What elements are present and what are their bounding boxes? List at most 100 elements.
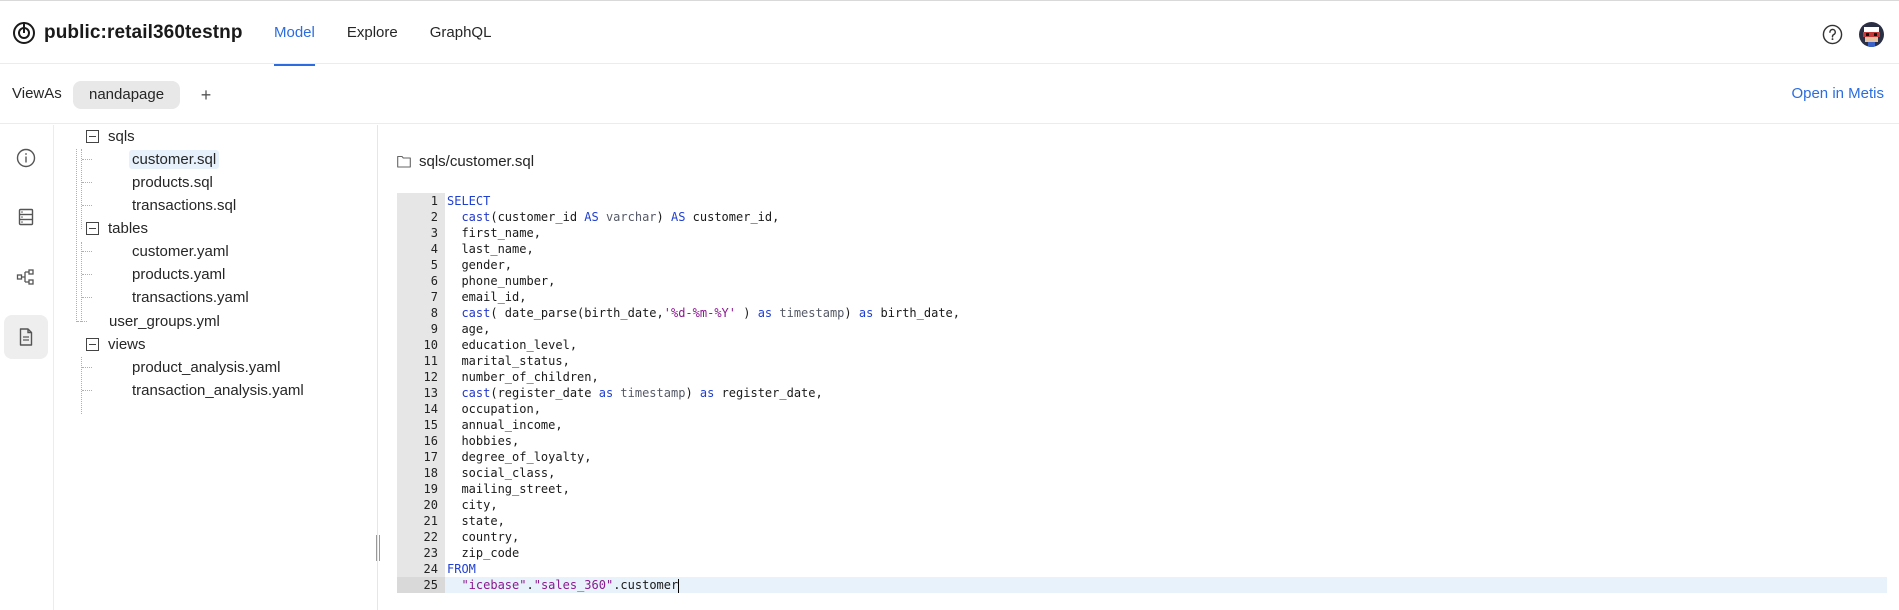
code-token: zip_code [447, 546, 520, 560]
tree-folder-tables[interactable]: tables [86, 217, 148, 239]
code-token: .customer [613, 578, 679, 592]
code-line[interactable]: 13 cast(register_date as timestamp) as r… [397, 385, 1887, 401]
code-line[interactable]: 24 FROM [397, 561, 1887, 577]
open-in-metis-link[interactable]: Open in Metis [1791, 85, 1884, 102]
code-text: occupation, [445, 401, 540, 417]
tree-folder-sqls[interactable]: sqls [86, 125, 135, 147]
rail-database-button[interactable] [4, 195, 48, 239]
tree-folder-views[interactable]: views [86, 333, 146, 355]
code-line[interactable]: 25 "icebase"."sales_360".customer [397, 577, 1887, 593]
file-label: customer.sql [129, 149, 220, 169]
file-label: transactions.sql [132, 196, 237, 214]
file-label: products.yaml [132, 265, 226, 283]
code-token: number_of_children, [447, 370, 599, 384]
code-token: as [699, 386, 715, 400]
user-avatar[interactable] [1859, 22, 1884, 47]
code-token: last_name, [447, 242, 534, 256]
code-token: social_class, [447, 466, 556, 480]
code-line[interactable]: 9 age, [397, 321, 1887, 337]
tab-explore[interactable]: Explore [347, 1, 398, 65]
code-token: annual_income, [447, 418, 563, 432]
code-text: first_name, [445, 225, 540, 241]
code-line[interactable]: 1 SELECT [397, 193, 1887, 209]
code-text: cast(register_date as timestamp) as regi… [445, 385, 822, 401]
code-editor[interactable]: 1 SELECT 2 cast(customer_id AS varchar) AS… [397, 193, 1887, 610]
collapse-icon[interactable] [86, 129, 99, 143]
tab-graphql[interactable]: GraphQL [430, 1, 492, 65]
code-line[interactable]: 18 social_class, [397, 465, 1887, 481]
code-token: . [526, 578, 534, 592]
code-line[interactable]: 8 cast( date_parse(birth_date,'%d-%m-%Y'… [397, 305, 1887, 321]
view-as-label: ViewAs [12, 85, 62, 102]
tab-model[interactable]: Model [274, 1, 315, 66]
code-text: age, [445, 321, 490, 337]
line-number: 18 [397, 465, 445, 481]
tree-file-user-groups[interactable]: user_groups.yml [106, 310, 223, 332]
code-line[interactable]: 11 marital_status, [397, 353, 1887, 369]
lineage-icon [16, 269, 34, 285]
line-number: 14 [397, 401, 445, 417]
code-line[interactable]: 21 state, [397, 513, 1887, 529]
code-line[interactable]: 23 zip_code [397, 545, 1887, 561]
line-number: 8 [397, 305, 445, 321]
code-text: FROM [445, 561, 476, 577]
code-line[interactable]: 6 phone_number, [397, 273, 1887, 289]
add-view-button[interactable]: + [198, 83, 214, 107]
code-line[interactable]: 7 email_id, [397, 289, 1887, 305]
tree-file-transaction-analysis[interactable]: transaction_analysis.yaml [129, 379, 307, 401]
tree-file-transactions-sql[interactable]: transactions.sql [129, 194, 239, 216]
tree-file-products-yaml[interactable]: products.yaml [129, 263, 228, 285]
rail-files-button[interactable] [4, 315, 48, 359]
code-token: phone_number, [447, 274, 556, 288]
code-line[interactable]: 5 gender, [397, 257, 1887, 273]
collapse-icon[interactable] [86, 337, 99, 351]
user-chip[interactable]: nandapage [73, 81, 181, 109]
code-line[interactable]: 2 cast(customer_id AS varchar) AS custom… [397, 209, 1887, 225]
tree-file-products-sql[interactable]: products.sql [129, 171, 216, 193]
file-icon [19, 328, 33, 346]
main-tabs: Model Explore GraphQL [274, 1, 492, 66]
code-token: timestamp [613, 386, 686, 400]
file-path-label: sqls/customer.sql [419, 153, 535, 170]
code-line[interactable]: 17 degree_of_loyalty, [397, 449, 1887, 465]
tree-connector [82, 274, 92, 275]
code-line[interactable]: 22 country, [397, 529, 1887, 545]
tree-file-product-analysis[interactable]: product_analysis.yaml [129, 356, 283, 378]
tree-file-customer-yaml[interactable]: customer.yaml [129, 240, 232, 262]
code-token: AS [670, 210, 686, 224]
code-token: "icebase" [461, 578, 527, 592]
code-text: last_name, [445, 241, 534, 257]
code-token: ) [736, 306, 758, 320]
workspace-title: public:retail360testnp [44, 22, 243, 43]
code-line[interactable]: 20 city, [397, 497, 1887, 513]
resize-handle[interactable] [376, 535, 380, 561]
code-text: annual_income, [445, 417, 563, 433]
code-token: (register_date [490, 386, 599, 400]
code-token: education_level, [447, 338, 578, 352]
code-line[interactable]: 15 annual_income, [397, 417, 1887, 433]
tree-connector [82, 297, 92, 298]
code-text: number_of_children, [445, 369, 599, 385]
line-number: 5 [397, 257, 445, 273]
brand[interactable]: public:retail360testnp [12, 21, 243, 45]
code-text: education_level, [445, 337, 577, 353]
code-line[interactable]: 4 last_name, [397, 241, 1887, 257]
code-token: ) [685, 386, 700, 400]
help-icon[interactable] [1822, 24, 1843, 45]
file-label: transaction_analysis.yaml [132, 381, 304, 399]
rail-lineage-button[interactable] [4, 255, 48, 299]
code-token: timestamp [772, 306, 845, 320]
code-line[interactable]: 19 mailing_street, [397, 481, 1887, 497]
tree-connector [82, 182, 92, 183]
code-line[interactable]: 3 first_name, [397, 225, 1887, 241]
collapse-icon[interactable] [86, 221, 99, 235]
tree-file-customer-sql[interactable]: customer.sql [129, 148, 220, 170]
code-line[interactable]: 16 hobbies, [397, 433, 1887, 449]
code-line[interactable]: 12 number_of_children, [397, 369, 1887, 385]
rail-info-button[interactable] [4, 136, 48, 180]
code-token: as [757, 306, 773, 320]
tree-file-transactions-yaml[interactable]: transactions.yaml [129, 286, 252, 308]
code-line[interactable]: 14 occupation, [397, 401, 1887, 417]
code-line[interactable]: 10 education_level, [397, 337, 1887, 353]
